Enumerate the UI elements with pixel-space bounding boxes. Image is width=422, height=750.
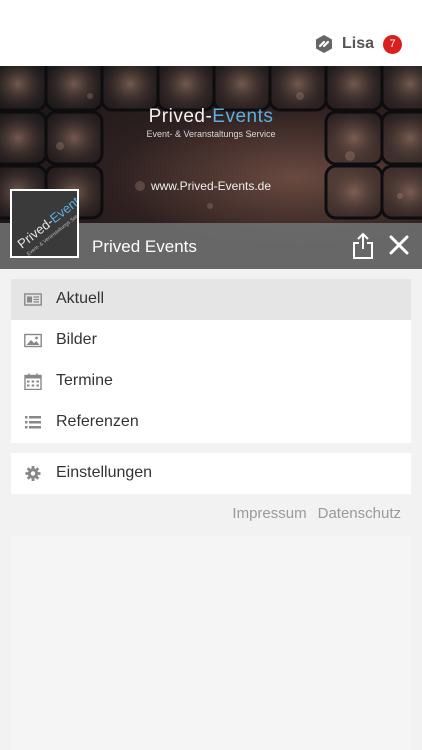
close-icon[interactable] [388,234,410,256]
impressum-link[interactable]: Impressum [232,505,306,522]
settings-menu: Einstellungen [11,453,411,494]
brand-name-part1: Prived- [148,106,213,127]
calendar-icon [24,373,42,390]
page-title: Prived Events [92,237,197,256]
menu-item-einstellungen[interactable]: Einstellungen [11,453,411,494]
nav-menu: Aktuell Bilder Termine Referenzen [11,279,411,443]
brand-wordmark: Prived-Events Event- & Veranstaltungs Se… [0,106,422,139]
profile-banner: Prived-Events Event- & Veranstaltungs Se… [0,66,422,269]
menu-item-referenzen[interactable]: Referenzen [11,402,411,443]
menu-item-termine[interactable]: Termine [11,361,411,402]
menu-item-label: Aktuell [56,290,105,307]
menu-item-bilder[interactable]: Bilder [11,320,411,361]
notification-badge[interactable]: 7 [383,34,402,54]
user-name: Lisa [341,35,374,52]
top-bar: Lisa 7 [0,0,422,66]
hexagon-link-icon [315,35,332,53]
menu-item-label: Referenzen [56,413,139,430]
gear-icon [25,466,41,481]
list-icon [25,416,41,429]
share-icon[interactable] [352,232,374,260]
brand-name-part2: Events [212,106,274,127]
user-menu[interactable]: Lisa 7 [314,32,402,56]
menu-item-label: Bilder [56,331,97,348]
menu-item-label: Termine [56,372,113,389]
footer-links: Impressum Datenschutz [232,505,401,522]
menu-item-label: Einstellungen [56,464,153,481]
image-icon [24,333,42,348]
menu-item-aktuell[interactable]: Aktuell [11,279,411,320]
datenschutz-link[interactable]: Datenschutz [318,505,401,522]
brand-name: Prived-Events [0,106,422,128]
newspaper-icon [24,293,42,306]
profile-logo: Prived-Events Event- & Veranstaltungs Se… [10,189,79,258]
empty-content-area [11,536,411,750]
brand-subtitle: Event- & Veranstaltungs Service [146,129,276,139]
